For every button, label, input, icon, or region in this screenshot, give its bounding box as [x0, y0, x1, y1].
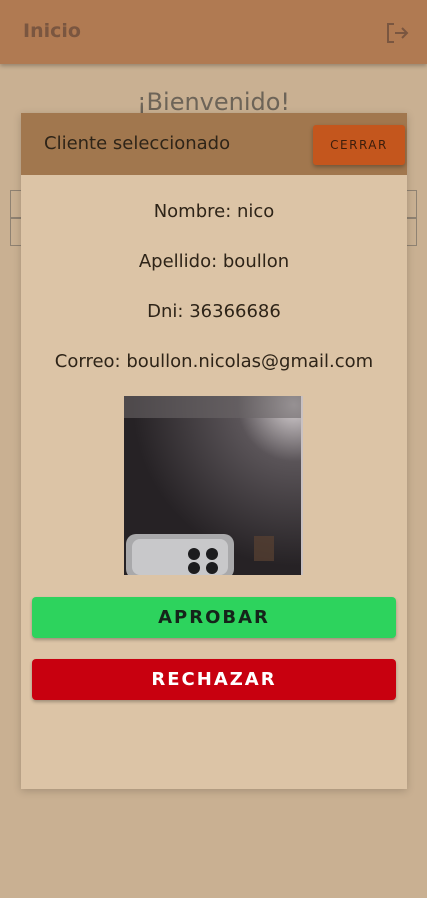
client-surname: Apellido: boullon: [138, 251, 290, 272]
page-title: Inicio: [23, 20, 81, 42]
modal-header: Cliente seleccionado CERRAR: [21, 113, 407, 175]
modal-title: Cliente seleccionado: [44, 133, 231, 154]
client-modal: Cliente seleccionado CERRAR Nombre: nico…: [21, 113, 407, 789]
approve-button[interactable]: APROBAR: [32, 597, 396, 638]
reject-button[interactable]: RECHAZAR: [32, 659, 396, 700]
top-app-bar: Inicio: [0, 0, 427, 64]
close-button[interactable]: CERRAR: [313, 125, 405, 165]
logout-icon[interactable]: [384, 20, 410, 46]
client-email: Correo: boullon.nicolas@gmail.com: [54, 351, 374, 372]
client-dni: Dni: 36366686: [147, 301, 281, 322]
client-name: Nombre: nico: [153, 201, 275, 222]
client-photo: [124, 396, 303, 575]
